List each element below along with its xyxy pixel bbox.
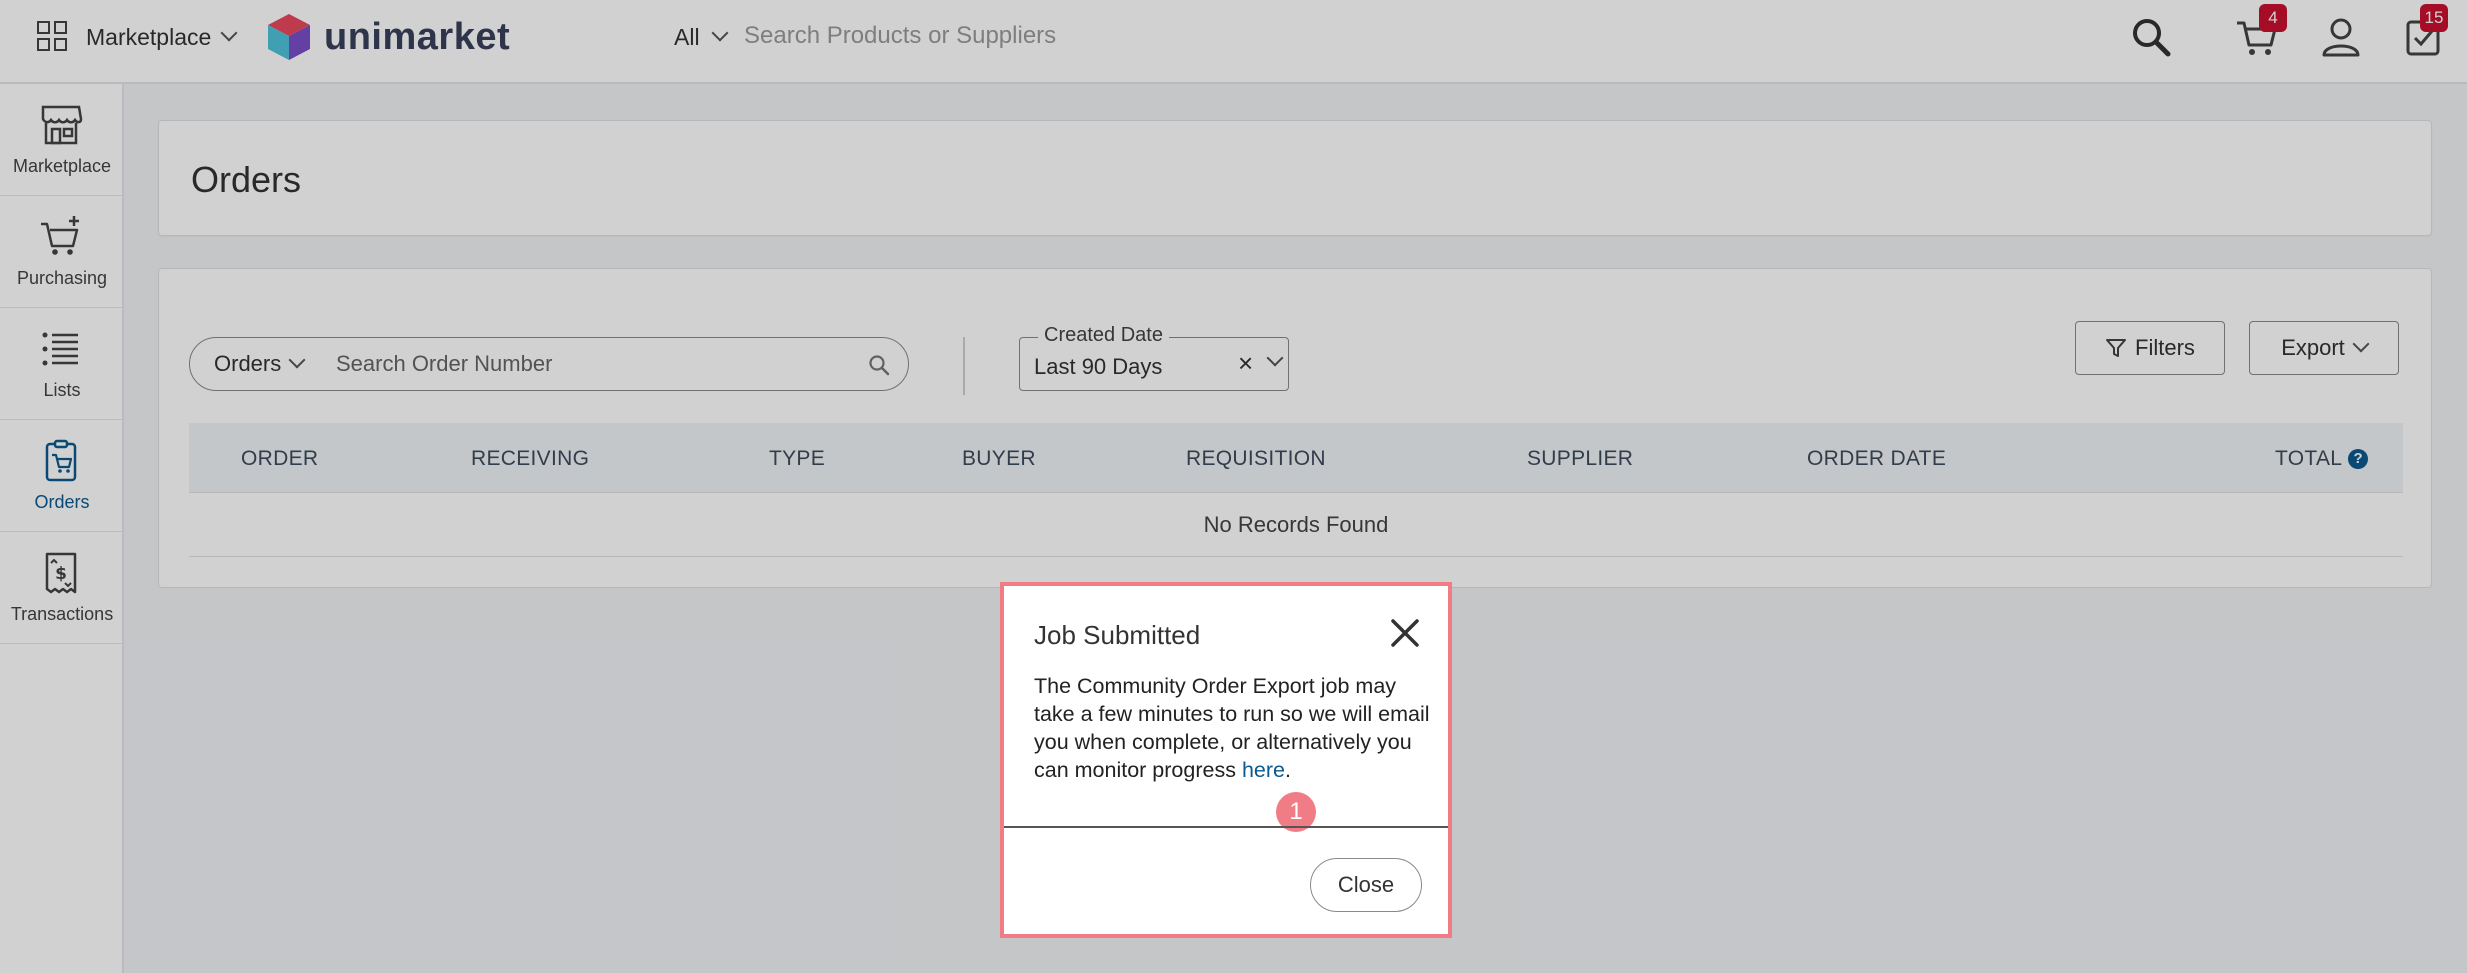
job-submitted-dialog: Job Submitted The Community Order Export… <box>1000 582 1452 938</box>
monitor-progress-link[interactable]: here <box>1242 758 1285 782</box>
dialog-divider <box>1004 826 1448 828</box>
dialog-message-end: . <box>1284 758 1291 782</box>
close-button[interactable]: Close <box>1310 858 1422 912</box>
dialog-message: The Community Order Export job may take … <box>1034 672 1434 784</box>
dialog-title: Job Submitted <box>1034 620 1201 650</box>
dialog-message-text: The Community Order Export job may take … <box>1034 674 1430 782</box>
close-icon[interactable] <box>1388 616 1422 650</box>
